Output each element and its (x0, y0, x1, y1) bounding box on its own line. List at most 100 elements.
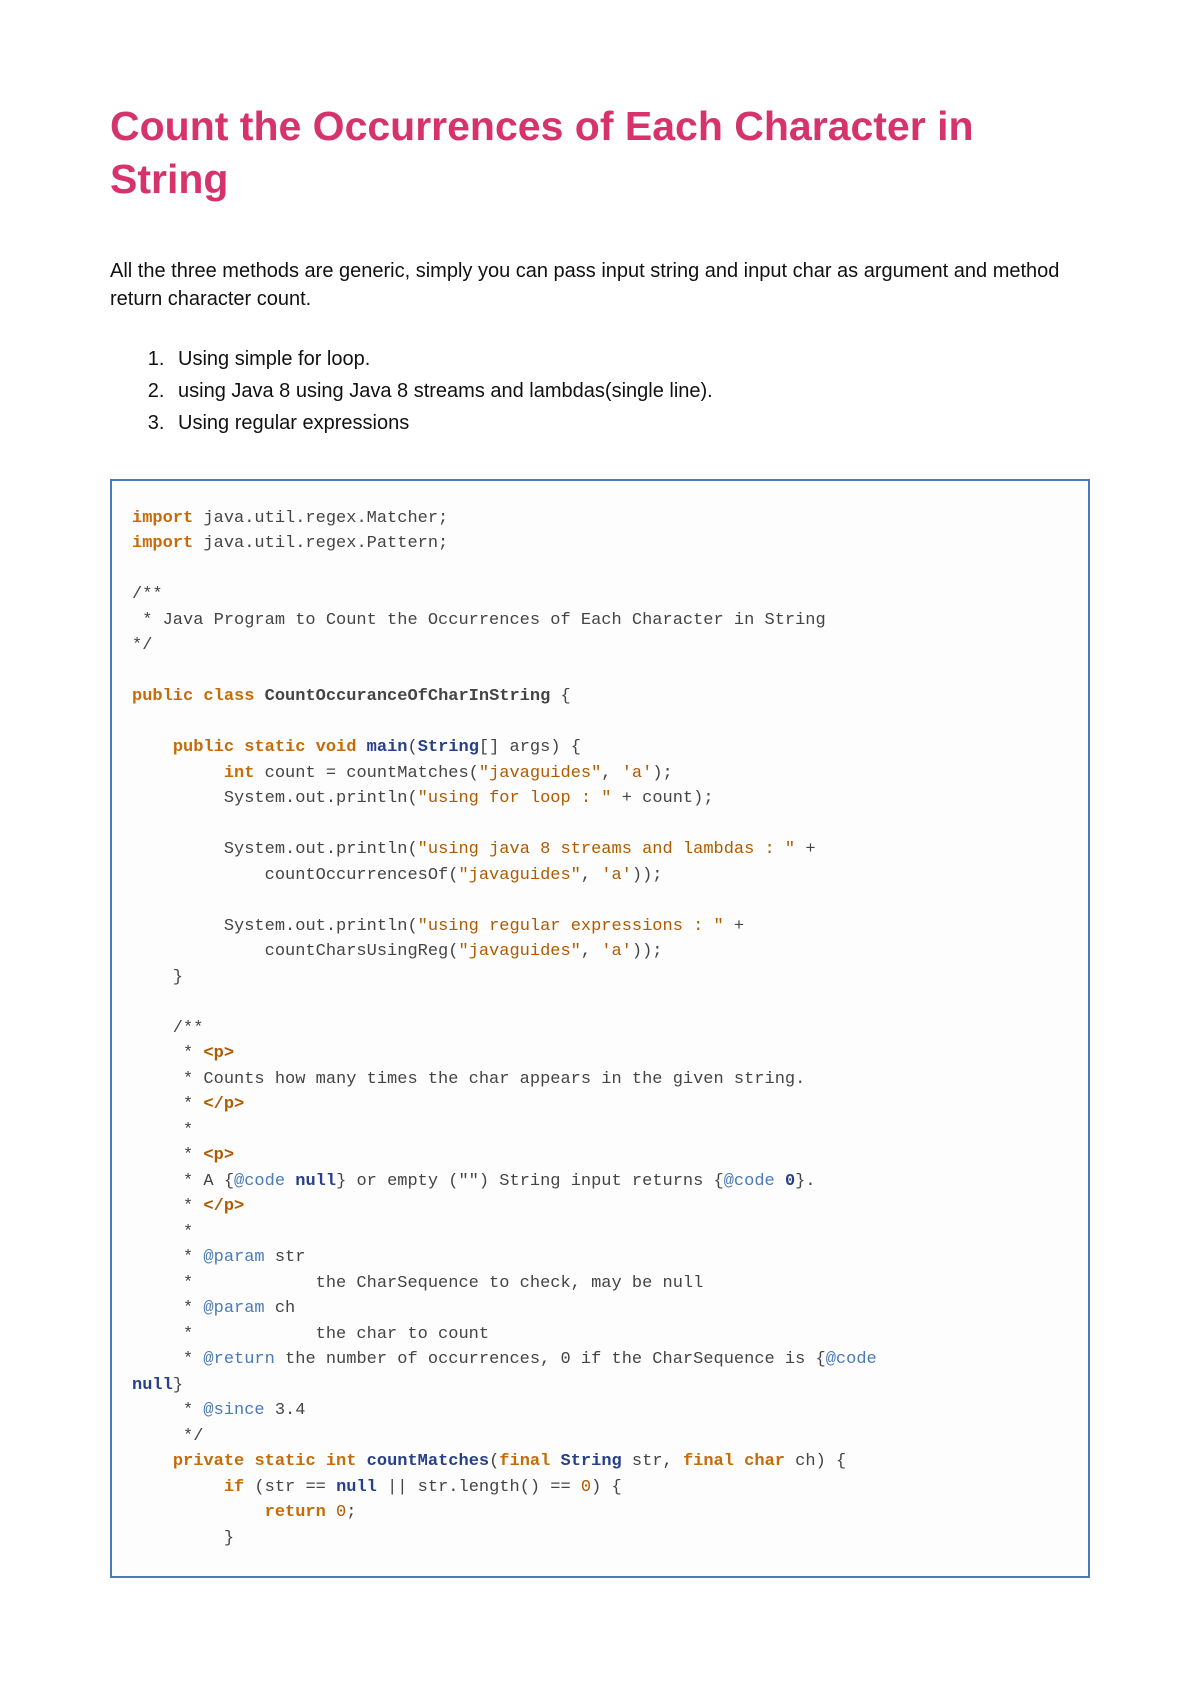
list-item: Using simple for loop. (170, 343, 1090, 375)
code-text: java.util.regex.Pattern; (193, 534, 448, 553)
keyword-final: final (499, 1452, 550, 1471)
code-text: )); (632, 866, 663, 885)
code-text: ch) { (785, 1452, 846, 1471)
code-text: , (601, 764, 621, 783)
javadoc-line: * A { (132, 1172, 234, 1191)
javadoc-star: * (132, 1095, 203, 1114)
string-literal: "using for loop : " (418, 789, 612, 808)
keyword-int: int (224, 764, 255, 783)
param-desc: * the char to count (132, 1325, 489, 1344)
number-literal: 0 (326, 1503, 346, 1522)
javadoc-star: * (132, 1350, 203, 1369)
param-name: str (265, 1248, 306, 1267)
null-literal: null (285, 1172, 336, 1191)
doc-tag-p-close: </p> (203, 1197, 244, 1216)
keyword-return: return (265, 1503, 326, 1522)
code-text: + (795, 840, 815, 859)
code-text: System.out.println( (224, 840, 418, 859)
code-text: countOccurrencesOf( (132, 866, 458, 885)
at-code: @code (826, 1350, 877, 1369)
string-literal: "javaguides" (479, 764, 601, 783)
code-text: }. (795, 1172, 815, 1191)
code-text: , (581, 942, 601, 961)
code-text: [] args) { (479, 738, 581, 757)
at-since: @since (203, 1401, 264, 1420)
brace: } (132, 968, 183, 987)
javadoc-line: * Java Program to Count the Occurrences … (132, 611, 826, 630)
code-text: )); (632, 942, 663, 961)
page-title: Count the Occurrences of Each Character … (110, 100, 1090, 207)
keyword-int: int (326, 1452, 357, 1471)
doc-tag-p: <p> (203, 1044, 234, 1063)
null-literal: null (336, 1478, 377, 1497)
javadoc-open: /** (132, 585, 163, 604)
string-literal: "javaguides" (458, 942, 580, 961)
param-desc: * the CharSequence to check, may be null (132, 1274, 703, 1293)
brace: { (550, 687, 570, 706)
at-param: @param (203, 1299, 264, 1318)
code-text: str, (622, 1452, 683, 1471)
char-literal: 'a' (601, 866, 632, 885)
at-code: @code (724, 1172, 775, 1191)
javadoc-star: * (132, 1044, 203, 1063)
code-text: System.out.println( (224, 917, 418, 936)
code-text: java.util.regex.Matcher; (193, 509, 448, 528)
code-text: ); (652, 764, 672, 783)
at-return: @return (203, 1350, 274, 1369)
since-val: 3.4 (265, 1401, 306, 1420)
code-text: count = countMatches( (254, 764, 478, 783)
javadoc-star: * (132, 1401, 203, 1420)
keyword-public: public (173, 738, 234, 757)
semicolon: ; (346, 1503, 356, 1522)
number-literal: 0 (581, 1478, 591, 1497)
javadoc-star: * (132, 1121, 193, 1140)
method-name: main (367, 738, 408, 757)
javadoc-line: * Counts how many times the char appears… (132, 1070, 805, 1089)
javadoc-close: */ (132, 636, 152, 655)
brace: } (173, 1376, 183, 1395)
javadoc-open: /** (132, 1019, 203, 1038)
keyword-static: static (244, 738, 305, 757)
javadoc-star: * (132, 1223, 193, 1242)
brace: } (132, 1529, 234, 1548)
code-text: ) { (591, 1478, 622, 1497)
doc-tag-p-close: </p> (203, 1095, 244, 1114)
class-name: CountOccuranceOfCharInString (265, 687, 551, 706)
code-block: import java.util.regex.Matcher; import j… (110, 479, 1090, 1579)
javadoc-close: */ (132, 1427, 203, 1446)
code-text: + count); (612, 789, 714, 808)
char-literal: 'a' (622, 764, 653, 783)
at-param: @param (203, 1248, 264, 1267)
char-literal: 'a' (601, 942, 632, 961)
keyword-private: private (173, 1452, 244, 1471)
string-literal: "using regular expressions : " (418, 917, 724, 936)
method-name: countMatches (367, 1452, 489, 1471)
doc-tag-p: <p> (203, 1146, 234, 1165)
keyword-final: final (683, 1452, 734, 1471)
code-text: (str == (244, 1478, 336, 1497)
param-name: ch (265, 1299, 296, 1318)
javadoc-star: * (132, 1299, 203, 1318)
keyword-void: void (316, 738, 357, 757)
code-text: System.out.println( (224, 789, 418, 808)
code-text: , (581, 866, 601, 885)
type-string: String (561, 1452, 622, 1471)
string-literal: "using java 8 streams and lambdas : " (418, 840, 795, 859)
at-code: @code (234, 1172, 285, 1191)
list-item: Using regular expressions (170, 407, 1090, 439)
list-item: using Java 8 using Java 8 streams and la… (170, 375, 1090, 407)
keyword-static: static (254, 1452, 315, 1471)
keyword-class: class (203, 687, 254, 706)
keyword-import: import (132, 509, 193, 528)
javadoc-star: * (132, 1248, 203, 1267)
return-desc: the number of occurrences, 0 if the Char… (275, 1350, 826, 1369)
method-list: Using simple for loop. using Java 8 usin… (170, 343, 1090, 439)
keyword-char: char (744, 1452, 785, 1471)
keyword-if: if (224, 1478, 244, 1497)
code-text: countCharsUsingReg( (132, 942, 458, 961)
javadoc-star: * (132, 1197, 203, 1216)
string-literal: "javaguides" (458, 866, 580, 885)
code-text: + (724, 917, 744, 936)
javadoc-star: * (132, 1146, 203, 1165)
keyword-public: public (132, 687, 193, 706)
